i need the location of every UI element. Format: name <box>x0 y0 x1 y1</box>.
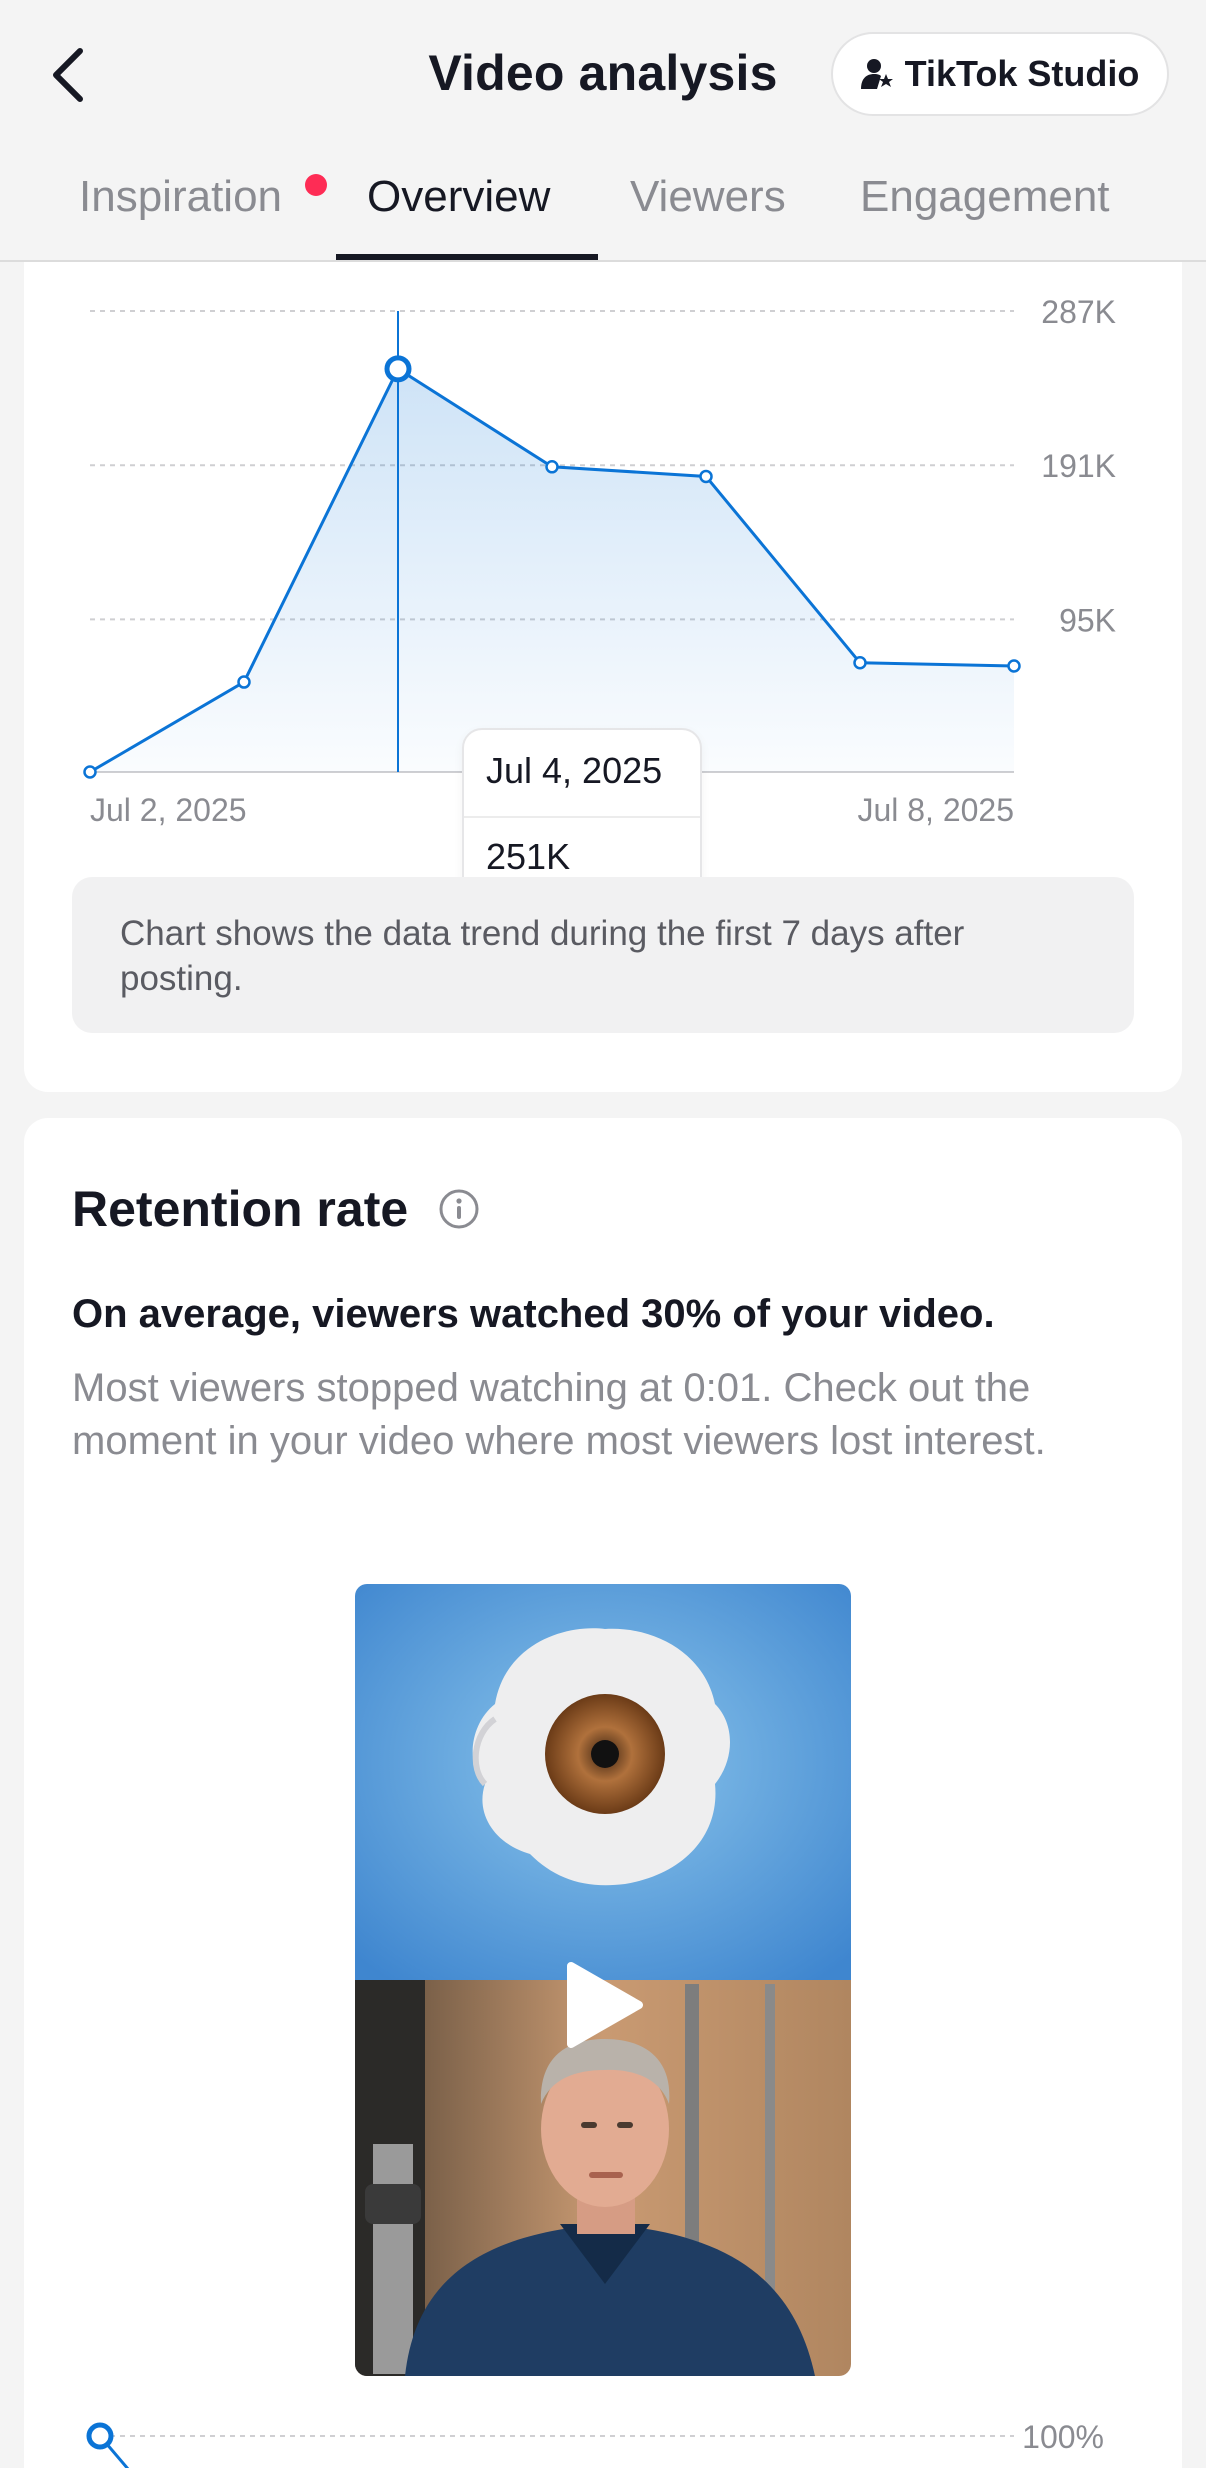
tooltip-divider <box>464 816 700 818</box>
retention-y-tick-label: 100% <box>1022 2419 1104 2455</box>
tooltip-date: Jul 4, 2025 <box>486 750 663 791</box>
retention-card: Retention rate On average, viewers watch… <box>24 1118 1182 2468</box>
retention-chart[interactable]: 100% <box>24 1118 1182 2468</box>
data-point[interactable] <box>545 460 559 474</box>
tab-bar: Inspiration Overview Viewers Engagement <box>0 150 1206 262</box>
tab-engagement[interactable]: Engagement <box>860 172 1110 222</box>
y-tick-label: 191K <box>1041 448 1116 484</box>
views-chart-card: 287K 191K 95K Jul 2, 2025 Jul 8, 2025 Jul 4,… <box>24 262 1182 1092</box>
tiktok-studio-button[interactable]: TikTok Studio <box>831 32 1169 116</box>
data-point[interactable] <box>699 469 713 484</box>
tab-viewers[interactable]: Viewers <box>630 172 786 222</box>
x-tick-label: Jul 8, 2025 <box>857 792 1014 828</box>
data-point[interactable] <box>83 765 97 779</box>
tab-inspiration[interactable]: Inspiration <box>79 172 282 222</box>
data-point[interactable] <box>853 656 867 670</box>
chart-note: Chart shows the data trend during the fi… <box>72 877 1134 1033</box>
x-tick-label: Jul 2, 2025 <box>90 792 247 828</box>
header: Video analysis TikTok Studio <box>0 0 1206 150</box>
tiktok-studio-label: TikTok Studio <box>904 53 1140 94</box>
tab-overview[interactable]: Overview <box>367 172 550 222</box>
data-point[interactable] <box>1007 659 1021 673</box>
active-tab-indicator <box>336 254 598 260</box>
notification-dot <box>305 174 327 196</box>
data-point-selected[interactable] <box>384 355 412 383</box>
series-area <box>90 368 1014 772</box>
retention-point[interactable] <box>86 2422 114 2450</box>
data-point[interactable] <box>237 675 251 689</box>
tooltip-value: 251K <box>486 836 571 877</box>
person-star-icon <box>860 59 893 89</box>
y-tick-label: 95K <box>1059 602 1116 638</box>
y-tick-label: 287K <box>1041 294 1116 330</box>
